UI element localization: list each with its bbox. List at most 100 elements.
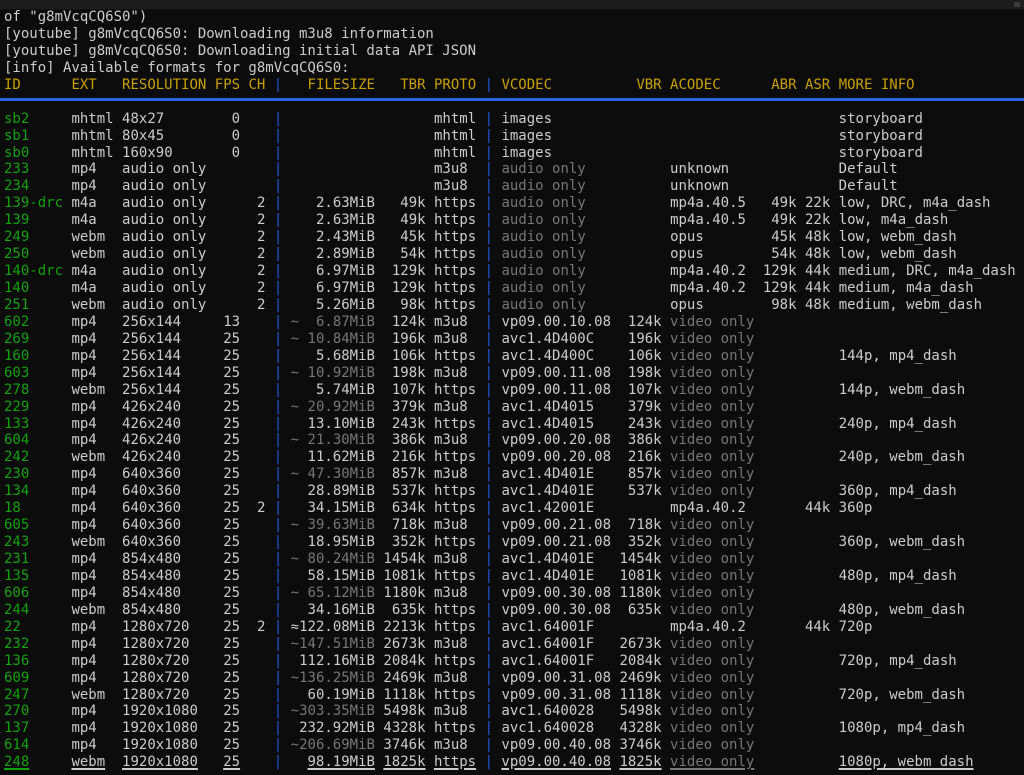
header-resolution: RESOLUTION — [122, 77, 215, 93]
cell-acodec: video only — [670, 432, 763, 448]
cell-id: 18 — [4, 500, 71, 516]
cell-asr: 48k — [805, 229, 839, 245]
column-separator: | — [274, 534, 291, 550]
cell-ch — [249, 483, 274, 499]
cell-more-info: 144p, mp4_dash — [839, 348, 965, 364]
column-separator: | — [485, 483, 502, 499]
cell-id: 605 — [4, 517, 71, 533]
cell-vcodec: vp09.00.10.08 — [501, 314, 619, 330]
column-separator: | — [274, 161, 291, 177]
cell-abr — [763, 720, 805, 736]
header-fps: FPS — [215, 77, 249, 93]
cell-ext: mp4 — [71, 365, 122, 381]
format-row: 140 m4a audio only 2 | 6.97MiB 129k http… — [4, 280, 1024, 297]
cell-ch: 2 — [249, 246, 274, 262]
cell-vbr — [619, 229, 670, 245]
cell-filesize: 98.19MiB — [291, 754, 384, 770]
cell-id: 243 — [4, 534, 71, 550]
column-separator: | — [274, 297, 291, 313]
cell-ext: mp4 — [71, 314, 122, 330]
cell-more-info: storyboard — [839, 145, 932, 161]
cell-vbr: 216k — [619, 449, 670, 465]
cell-tbr: 216k — [383, 449, 434, 465]
cell-fps: 25 — [215, 687, 249, 703]
cell-more-info — [839, 331, 847, 347]
cell-filesize: ~ 39.63MiB — [291, 517, 384, 533]
cell-ext: mp4 — [71, 703, 122, 719]
cell-vcodec: images — [501, 128, 619, 144]
cell-vbr: 386k — [619, 432, 670, 448]
header-vcodec: VCODEC — [501, 77, 619, 93]
cell-vbr: 107k — [619, 382, 670, 398]
format-row: 136 mp4 1280x720 25 | 112.16MiB 2084k ht… — [4, 653, 1024, 670]
cell-acodec: mp4a.40.2 — [670, 263, 763, 279]
cell-vcodec: audio only — [501, 246, 619, 262]
column-separator: | — [274, 754, 291, 770]
cell-id: 134 — [4, 483, 71, 499]
column-separator: | — [274, 483, 291, 499]
cell-acodec: mp4a.40.2 — [670, 280, 763, 296]
cell-asr: 22k — [805, 195, 839, 211]
header-tbr: TBR — [383, 77, 434, 93]
column-separator: | — [274, 517, 291, 533]
cell-id: 270 — [4, 703, 71, 719]
format-row: 135 mp4 854x480 25 | 58.15MiB 1081k http… — [4, 568, 1024, 585]
cell-fps: 25 — [215, 636, 249, 652]
column-separator: | — [274, 687, 291, 703]
format-row: 243 webm 640x360 25 | 18.95MiB 352k http… — [4, 534, 1024, 551]
cell-tbr: 54k — [383, 246, 434, 262]
cell-ch — [249, 551, 274, 567]
column-separator: | — [485, 195, 502, 211]
cell-vcodec: vp09.00.40.08 — [501, 754, 619, 770]
cell-tbr: 2673k — [383, 636, 434, 652]
cell-fps: 25 — [215, 602, 249, 618]
cell-ch — [249, 720, 274, 736]
cell-ch — [249, 737, 274, 753]
cell-acodec — [670, 128, 763, 144]
cell-acodec: mp4a.40.5 — [670, 212, 763, 228]
cell-ext: mp4 — [71, 416, 122, 432]
cell-proto: https — [434, 500, 485, 516]
cell-filesize — [291, 178, 384, 194]
format-row: 249 webm audio only 2 | 2.43MiB 45k http… — [4, 229, 1024, 246]
cell-vcodec: avc1.640028 — [501, 720, 619, 736]
cell-fps: 25 — [215, 399, 249, 415]
cell-asr — [805, 737, 839, 753]
cell-proto: https — [434, 263, 485, 279]
header-vbr: VBR — [619, 77, 670, 93]
cell-filesize: 18.95MiB — [291, 534, 384, 550]
cell-fps: 25 — [215, 551, 249, 567]
cell-proto: https — [434, 653, 485, 669]
cell-resolution: 854x480 — [122, 602, 215, 618]
cell-resolution: 80x45 — [122, 128, 215, 144]
log-line: [youtube] g8mVcqCQ6S0: Downloading initi… — [4, 43, 1024, 60]
column-separator: | — [485, 585, 502, 601]
cell-vbr: 379k — [619, 399, 670, 415]
cell-tbr: 718k — [383, 517, 434, 533]
cell-asr — [805, 128, 839, 144]
cell-ch: 2 — [249, 500, 274, 516]
cell-asr — [805, 178, 839, 194]
cell-more-info: storyboard — [839, 111, 932, 127]
cell-ch — [249, 534, 274, 550]
cell-ch — [249, 314, 274, 330]
cell-more-info — [839, 466, 847, 482]
cell-abr — [763, 399, 805, 415]
cell-asr: 44k — [805, 263, 839, 279]
cell-resolution: 1280x720 — [122, 619, 215, 635]
cell-more-info: medium, m4a_dash — [839, 280, 982, 296]
cell-tbr: 5498k — [383, 703, 434, 719]
cell-resolution: 1280x720 — [122, 670, 215, 686]
cell-acodec: opus — [670, 229, 763, 245]
cell-more-info — [839, 432, 847, 448]
column-separator: | — [485, 145, 502, 161]
cell-fps — [215, 161, 249, 177]
scrollbar-nub[interactable] — [1014, 2, 1020, 7]
cell-vbr — [620, 280, 671, 296]
cell-asr — [805, 602, 839, 618]
cell-ext: webm — [71, 246, 122, 262]
cell-proto: https — [434, 568, 485, 584]
cell-vbr: 2673k — [619, 636, 670, 652]
header-asr: ASR — [805, 77, 839, 93]
cell-asr — [805, 348, 839, 364]
